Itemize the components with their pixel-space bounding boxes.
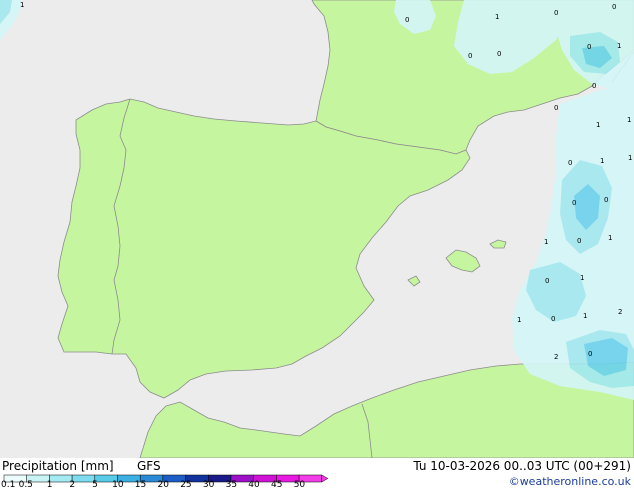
model-name: GFS — [137, 459, 161, 473]
valid-time: Tu 10-03-2026 00..03 UTC (00+291) — [413, 459, 631, 473]
precip-value: 0 — [568, 159, 572, 167]
precip-value: 0 — [612, 3, 616, 11]
precip-value: 0 — [405, 16, 409, 24]
precip-value: 1 — [628, 154, 632, 162]
colorbar-tick-label: 20 — [157, 480, 169, 490]
colorbar-labels: 0.1 0.5 1 2 5 10 15 20 25 30 35 40 45 50 — [0, 480, 330, 490]
colorbar-tick-label: 2 — [69, 480, 76, 490]
precip-value: 0 — [468, 52, 472, 60]
precip-value: 0 — [545, 277, 549, 285]
precip-value: 0 — [577, 237, 581, 245]
precip-value: 1 — [600, 157, 604, 165]
precip-value: 0 — [588, 350, 592, 358]
precip-value: 0 — [551, 315, 555, 323]
precip-value: 1 — [608, 234, 612, 242]
precip-value: 1 — [583, 312, 587, 320]
precip-value: 1 — [495, 13, 499, 21]
map-title: Precipitation [mm] — [2, 459, 114, 473]
precip-value: 0 — [554, 9, 558, 17]
colorbar-tick-label: 15 — [134, 480, 147, 490]
colorbar-tick-label: 40 — [248, 480, 260, 490]
precip-value: 1 — [617, 42, 621, 50]
colorbar-tick-label: 1 — [46, 480, 53, 490]
precip-value: 0 — [604, 196, 608, 204]
precip-value: 1 — [596, 121, 600, 129]
precip-value: 0 — [592, 82, 596, 90]
precip-value: 1 — [20, 1, 24, 9]
colorbar-tick-label: 35 — [225, 480, 238, 490]
credit-link[interactable]: ©weatheronline.co.uk — [509, 475, 631, 489]
precip-value: 0 — [497, 50, 501, 58]
colorbar-tick-label: 0.5 — [18, 480, 33, 490]
colorbar-tick-label: 30 — [202, 480, 215, 490]
precip-value: 0 — [554, 104, 558, 112]
precip-value: 1 — [580, 274, 584, 282]
precip-value: 1 — [627, 116, 631, 124]
precip-value: 2 — [618, 308, 622, 316]
precip-value: 2 — [554, 353, 558, 361]
colorbar-tick-label: 45 — [271, 480, 283, 490]
colorbar-tick-label: 25 — [180, 480, 192, 490]
precip-value: 0 — [572, 199, 576, 207]
colorbar-tick-label: 50 — [293, 480, 306, 490]
weather-map: 1 0 1 0 0 0 0 1 0 0 1 0 1 0 1 1 0 0 1 0 … — [0, 0, 634, 458]
colorbar-tick-label: 0.1 — [1, 480, 16, 490]
precip-value: 0 — [587, 43, 591, 51]
precip-value: 1 — [544, 238, 548, 246]
precip-value: 1 — [517, 316, 521, 324]
colorbar-tick-label: 10 — [112, 480, 124, 490]
colorbar-tick-label: 5 — [92, 480, 98, 490]
